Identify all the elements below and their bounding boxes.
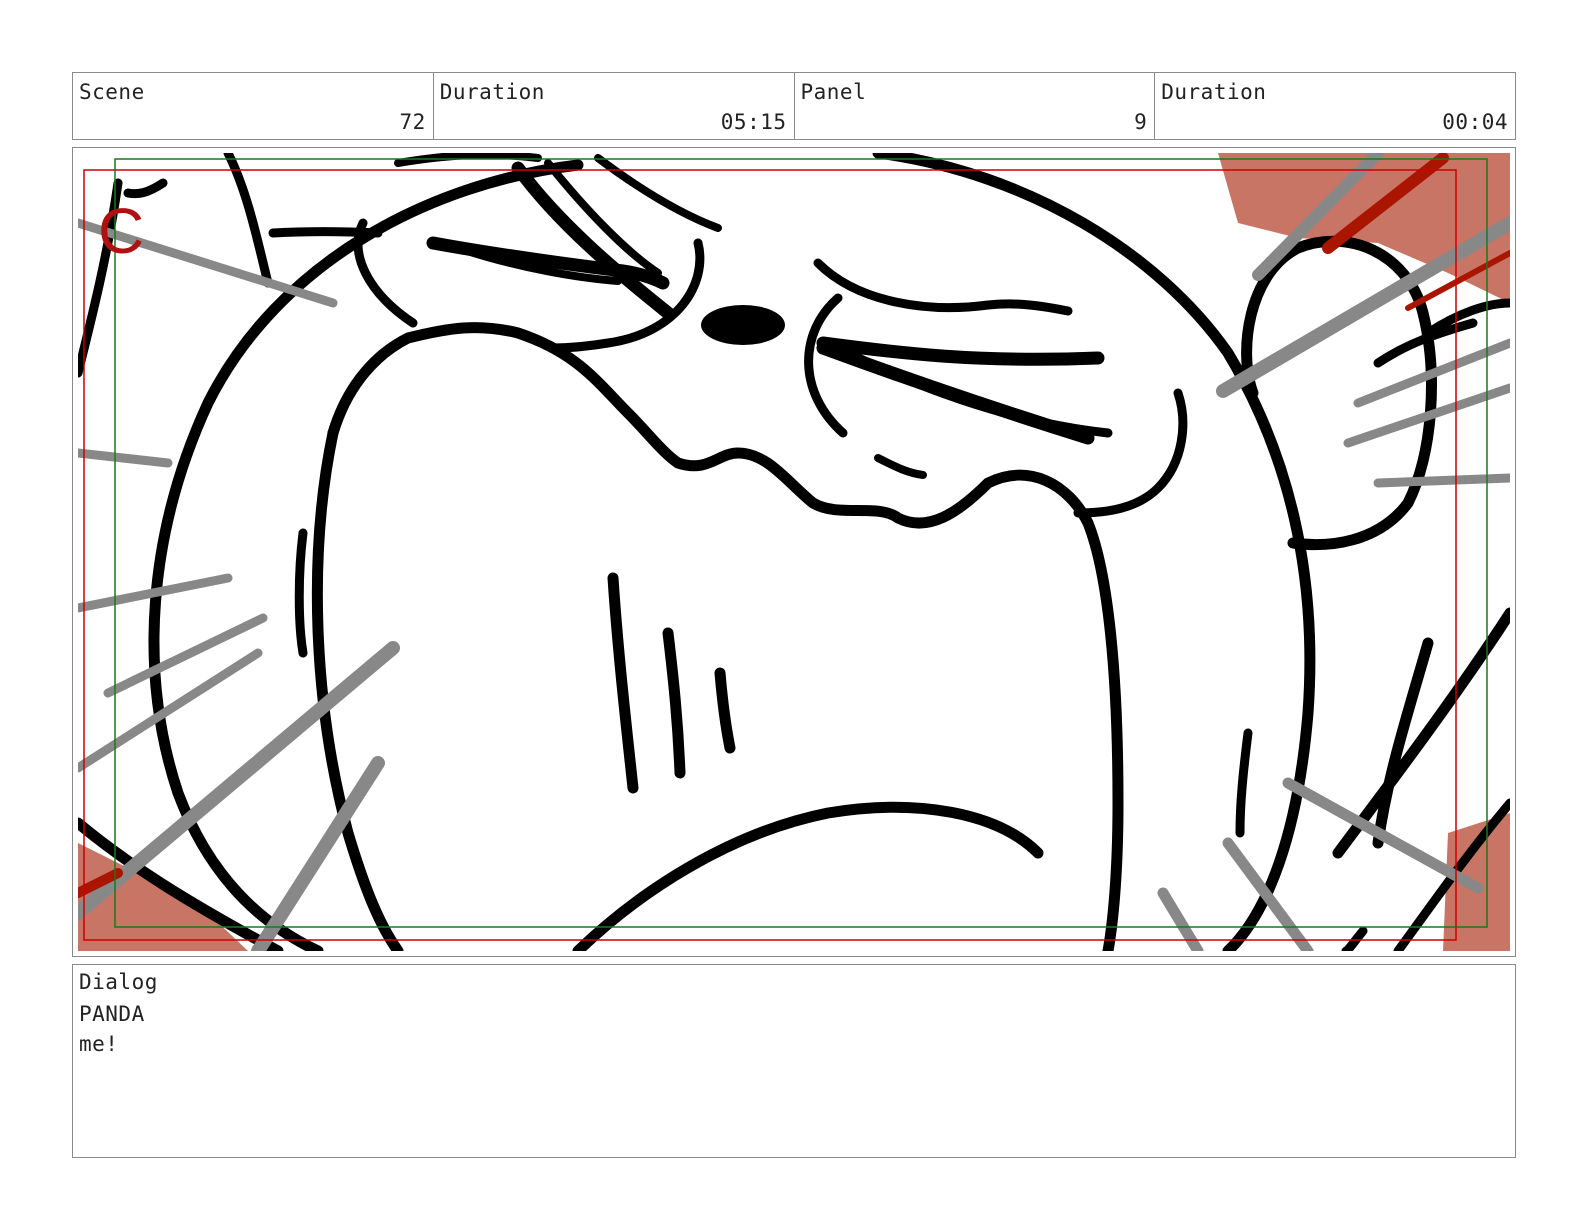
- panel-label: Panel: [800, 80, 867, 104]
- scene-duration-label: Duration: [439, 80, 545, 104]
- panel-drawing: C: [78, 153, 1510, 951]
- scene-number: 72: [399, 110, 426, 134]
- panel-duration-cell: Duration 00:04: [1155, 73, 1515, 139]
- camera-marker: C: [98, 195, 144, 267]
- panel-info-header: Scene 72 Duration 05:15 Panel 9 Duration…: [72, 72, 1516, 140]
- dialog-line: me!: [79, 1032, 119, 1056]
- storyboard-panel: C: [72, 147, 1516, 957]
- panel-duration-label: Duration: [1161, 80, 1267, 104]
- scene-duration-value: 05:15: [720, 110, 787, 134]
- dialog-label: Dialog: [79, 970, 158, 994]
- dialog-box: Dialog PANDA me!: [72, 964, 1516, 1158]
- motion-lines: [78, 153, 1510, 951]
- scene-label: Scene: [79, 80, 145, 104]
- panel-duration-value: 00:04: [1442, 110, 1508, 134]
- scene-duration-cell: Duration 05:15: [434, 73, 795, 139]
- dialog-character: PANDA: [79, 1002, 145, 1026]
- panel-number: 9: [1134, 110, 1148, 134]
- panel-cell: Panel 9: [795, 73, 1156, 139]
- scene-cell: Scene 72: [73, 73, 434, 139]
- ink-line-art: [78, 153, 1510, 951]
- blush-shapes: [78, 153, 1510, 951]
